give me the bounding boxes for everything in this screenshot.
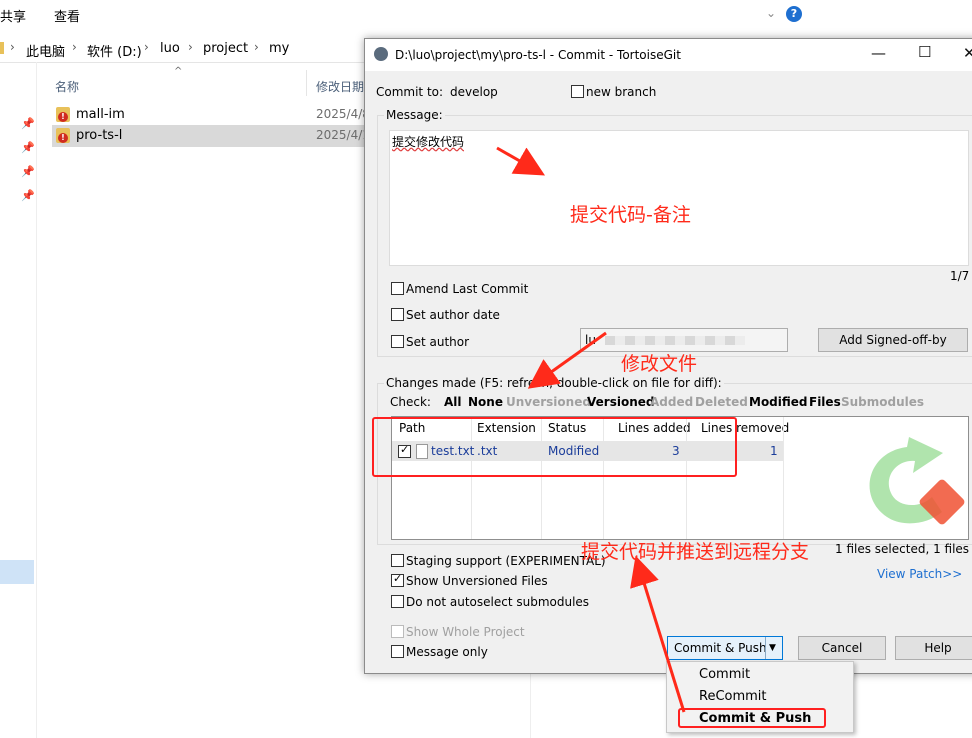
message-only-label: Message only: [406, 645, 488, 659]
new-branch-checkbox[interactable]: [571, 85, 584, 98]
set-author-checkbox[interactable]: [391, 335, 404, 348]
view-patch-link[interactable]: View Patch>>: [877, 567, 962, 581]
breadcrumb-luo[interactable]: luo: [160, 41, 180, 56]
tortoisegit-logo-icon: [869, 437, 965, 525]
add-signed-off-button[interactable]: Add Signed-off-by: [818, 328, 968, 352]
breadcrumb-my[interactable]: my: [269, 41, 289, 56]
set-author-label: Set author: [406, 335, 470, 349]
folder-conflict-icon: !: [56, 107, 70, 122]
menu-share[interactable]: 共享: [0, 6, 26, 25]
check-versioned-link[interactable]: Versioned: [587, 395, 654, 409]
lines-removed: 1: [770, 444, 778, 458]
nav-pane-divider: [36, 62, 37, 738]
file-row-pro-ts-l[interactable]: ! pro-ts-l 2025/4/1: [52, 125, 370, 147]
highlight-commit-push: [678, 708, 826, 728]
folder-icon: [0, 42, 4, 54]
tortoisegit-icon: [374, 47, 388, 61]
maximize-icon[interactable]: ☐: [918, 43, 931, 61]
breadcrumb-this-pc[interactable]: 此电脑: [26, 41, 65, 60]
commit-push-button[interactable]: Commit & Push ▼: [667, 636, 783, 660]
highlight-file-row: [372, 417, 737, 477]
check-deleted-link[interactable]: Deleted: [695, 395, 748, 409]
check-all-link[interactable]: All: [444, 395, 462, 409]
chevron-right-icon: ›: [72, 40, 77, 54]
dropdown-arrow-icon[interactable]: ▼: [769, 637, 776, 659]
chevron-right-icon: ›: [254, 40, 259, 54]
annotation-message: 提交代码-备注: [570, 204, 691, 226]
split-divider: [765, 637, 766, 659]
commit-message-input[interactable]: 提交修改代码: [389, 130, 969, 266]
folder-conflict-icon: !: [56, 128, 70, 143]
menu-view[interactable]: 查看: [54, 6, 80, 25]
commit-to-label: Commit to:: [376, 85, 444, 99]
chevron-right-icon: ›: [10, 40, 15, 54]
help-icon[interactable]: ?: [786, 6, 802, 22]
check-unversioned-link[interactable]: Unversioned: [506, 395, 591, 409]
pin-icon[interactable]: 📌: [21, 165, 35, 178]
cancel-button[interactable]: Cancel: [798, 636, 886, 660]
dialog-title: D:\luo\project\my\pro-ts-l - Commit - To…: [395, 48, 681, 62]
set-author-date-label: Set author date: [406, 308, 500, 322]
set-author-date-checkbox[interactable]: [391, 308, 404, 321]
staging-support-label: Staging support (EXPERIMENTAL): [406, 554, 606, 568]
help-button[interactable]: Help: [895, 636, 972, 660]
menu-item-commit[interactable]: Commit: [699, 667, 750, 682]
chevron-down-icon[interactable]: ⌄: [766, 6, 776, 20]
file-date: 2025/4/1: [316, 128, 370, 142]
show-whole-project-checkbox[interactable]: [391, 625, 404, 638]
staging-support-checkbox[interactable]: [391, 554, 404, 567]
close-icon[interactable]: ✕: [963, 44, 972, 62]
pin-icon[interactable]: 📌: [21, 189, 35, 202]
nav-selected-item[interactable]: [0, 560, 34, 584]
file-name: pro-ts-l: [76, 128, 123, 143]
check-added-link[interactable]: Added: [650, 395, 693, 409]
show-unversioned-checkbox[interactable]: [391, 572, 404, 587]
check-submodules-link[interactable]: Submodules: [841, 395, 924, 409]
pin-icon[interactable]: 📌: [21, 141, 35, 154]
check-none-link[interactable]: None: [468, 395, 503, 409]
check-label: Check:: [390, 395, 431, 409]
chevron-right-icon: ›: [188, 40, 193, 54]
minimize-icon[interactable]: —: [871, 44, 886, 62]
amend-label: Amend Last Commit: [406, 282, 529, 296]
menu-item-recommit[interactable]: ReCommit: [699, 689, 767, 704]
changes-label: Changes made (F5: refresh, double-click …: [384, 376, 724, 390]
commit-push-button-label: Commit & Push: [674, 641, 767, 655]
message-label: Message:: [384, 108, 445, 122]
dialog-titlebar[interactable]: D:\luo\project\my\pro-ts-l - Commit - To…: [365, 39, 972, 71]
breadcrumb-project[interactable]: project: [203, 41, 248, 56]
show-whole-project-label: Show Whole Project: [406, 625, 525, 639]
message-counter: 1/7: [950, 269, 970, 283]
author-value: lu: [585, 333, 596, 347]
check-files-link[interactable]: Files: [809, 395, 841, 409]
sort-up-icon: ^: [174, 66, 183, 77]
check-modified-link[interactable]: Modified: [749, 395, 808, 409]
pin-icon[interactable]: 📌: [21, 117, 35, 130]
amend-checkbox[interactable]: [391, 282, 404, 295]
show-unversioned-label: Show Unversioned Files: [406, 574, 548, 588]
annotation-files: 修改文件: [621, 353, 698, 375]
no-autoselect-label: Do not autoselect submodules: [406, 595, 590, 609]
annotation-push: 提交代码并推送到远程分支: [581, 541, 810, 563]
branch-name: develop: [450, 85, 498, 99]
column-divider: [783, 417, 784, 539]
file-date: 2025/4/8: [316, 107, 370, 121]
file-row-mall-im[interactable]: ! mall-im 2025/4/8: [52, 104, 370, 126]
commit-message-text: 提交修改代码: [392, 135, 465, 149]
breadcrumb-drive[interactable]: 软件 (D:): [87, 41, 142, 60]
column-name-header[interactable]: 名称: [55, 78, 79, 95]
no-autoselect-checkbox[interactable]: [391, 595, 404, 608]
column-divider: [306, 70, 307, 96]
file-name: mall-im: [76, 107, 125, 122]
new-branch-label: new branch: [586, 85, 657, 99]
chevron-right-icon: ›: [144, 40, 149, 54]
blurred-author-text: [605, 336, 745, 345]
column-date-header[interactable]: 修改日期: [316, 78, 364, 95]
files-summary: 1 files selected, 1 files total: [835, 542, 972, 556]
message-only-checkbox[interactable]: [391, 645, 404, 658]
